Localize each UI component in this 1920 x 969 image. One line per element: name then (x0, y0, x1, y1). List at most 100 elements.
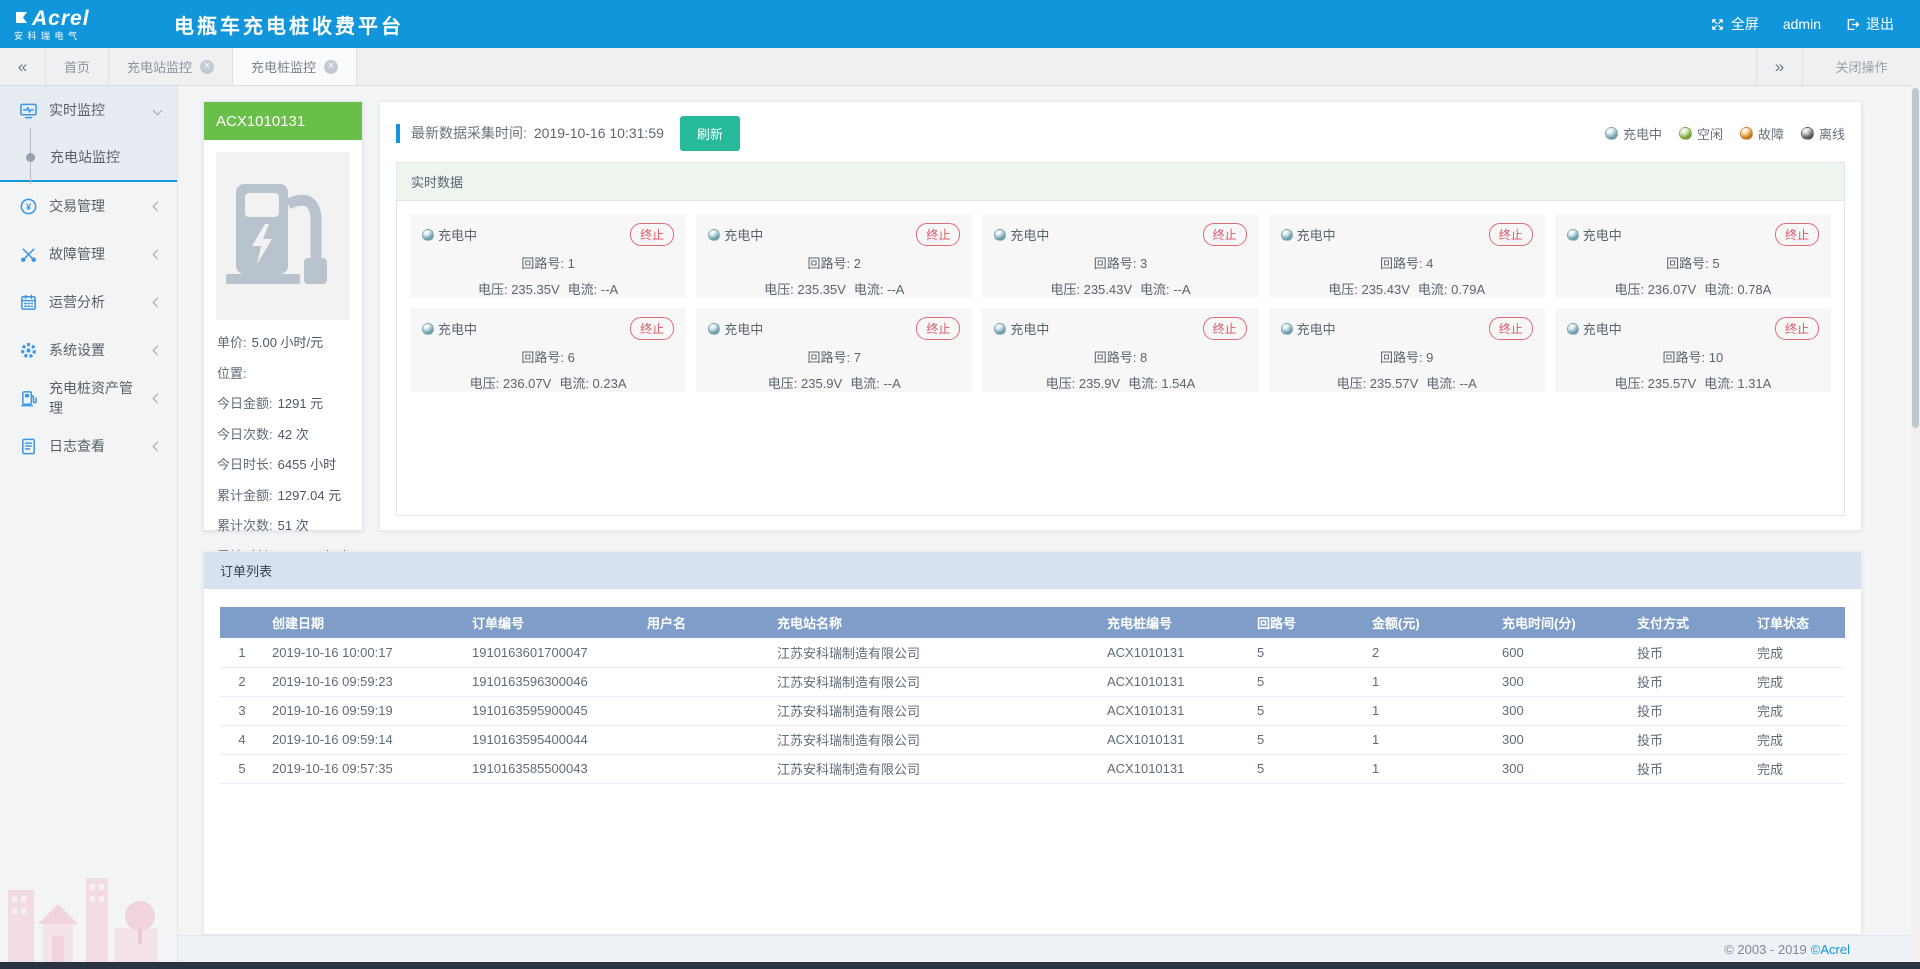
voltage-label: 电压: 236.07V (1614, 282, 1696, 297)
circuit-status-label: 充电中 (1010, 319, 1049, 338)
terminate-button[interactable]: 终止 (630, 223, 674, 246)
sidebar-item-6[interactable]: 日志查看 (0, 422, 177, 470)
cell: 江苏安科瑞制造有限公司 (769, 696, 1099, 725)
cell: ACX1010131 (1099, 696, 1249, 725)
sidebar-item-2[interactable]: 故障管理 (0, 230, 177, 278)
stat-value: 1291 元 (278, 396, 324, 411)
circuit-number: 回路号: 5 (1567, 253, 1819, 272)
fullscreen-label: 全屏 (1731, 14, 1759, 34)
sidebar-item-3[interactable]: 运营分析 (0, 278, 177, 326)
charging-status-sphere-icon (708, 229, 720, 241)
sidebar-group-3: 运营分析 (0, 278, 177, 326)
acrel-link[interactable]: ©Acrel (1811, 942, 1850, 957)
stat-label: 位置: (217, 366, 247, 381)
sidebar-item-label: 实时监控 (49, 100, 143, 120)
sidebar-subitem-0-0[interactable]: 充电站监控 (0, 134, 177, 180)
cell: 投币 (1629, 638, 1749, 667)
logout-icon (1845, 17, 1860, 32)
circuit-status-label: 充电中 (438, 225, 477, 244)
terminate-button[interactable]: 终止 (1203, 317, 1247, 340)
terminate-button[interactable]: 终止 (630, 317, 674, 340)
cell: 2019-10-16 09:59:14 (264, 725, 464, 754)
tab-0[interactable]: 首页 (46, 48, 109, 85)
column-header-7: 充电时间(分) (1494, 607, 1629, 638)
voltage-label: 电压: 236.07V (470, 376, 552, 391)
cell: 300 (1494, 667, 1629, 696)
cell: 完成 (1749, 754, 1845, 783)
fullscreen-button[interactable]: 全屏 (1710, 14, 1759, 34)
app-title: 电瓶车充电桩收费平台 (174, 10, 404, 39)
terminate-button[interactable]: 终止 (1775, 223, 1819, 246)
sidebar-item-1[interactable]: ¥交易管理 (0, 182, 177, 230)
cell: 1 (1364, 667, 1494, 696)
orders-body: 创建日期订单编号用户名充电站名称充电桩编号回路号金额(元)充电时间(分)支付方式… (204, 589, 1861, 784)
tab-close-icon[interactable]: × (200, 60, 214, 74)
stat-label: 累计金额: (217, 488, 273, 503)
charging-status-sphere-icon (1567, 229, 1579, 241)
accent-bar (396, 124, 400, 143)
terminate-button[interactable]: 终止 (916, 317, 960, 340)
circuit-number: 回路号: 9 (1281, 347, 1533, 366)
circuit-card-2: 充电中终止回路号: 2电压: 235.35V电流: --A (696, 214, 972, 298)
cell (639, 638, 769, 667)
tab-2[interactable]: 充电桩监控× (233, 48, 357, 85)
cell: 5 (1249, 667, 1364, 696)
circuit-voltage-current: 电压: 235.35V电流: --A (708, 279, 960, 298)
terminate-button[interactable]: 终止 (1203, 223, 1247, 246)
cell: 投币 (1629, 667, 1749, 696)
legend-label: 充电中 (1623, 124, 1662, 143)
legend-item-3: 离线 (1801, 124, 1845, 143)
user-menu[interactable]: admin (1783, 16, 1821, 32)
stat-label: 累计次数: (217, 518, 273, 533)
logout-button[interactable]: 退出 (1845, 14, 1894, 34)
row-index: 3 (220, 696, 264, 725)
fault-tools-icon (19, 245, 38, 264)
current-label: 电流: --A (850, 376, 901, 391)
sidebar-group-0: 实时监控充电站监控 (0, 86, 177, 182)
tab-1[interactable]: 充电站监控× (109, 48, 233, 85)
terminate-button[interactable]: 终止 (916, 223, 960, 246)
stat-label: 单价: (217, 335, 247, 350)
cell: 1 (1364, 725, 1494, 754)
page-scrollbar-thumb[interactable] (1912, 88, 1919, 428)
current-label: 电流: --A (854, 282, 905, 297)
sidebar-item-0[interactable]: 实时监控 (0, 86, 177, 134)
circuit-card-6: 充电中终止回路号: 6电压: 236.07V电流: 0.23A (410, 308, 686, 392)
topbar-actions: 全屏 admin 退出 (1710, 14, 1894, 34)
row-index: 5 (220, 754, 264, 783)
circuit-voltage-current: 电压: 235.43V电流: --A (994, 279, 1246, 298)
column-header-8: 支付方式 (1629, 607, 1749, 638)
circuit-number: 回路号: 4 (1281, 253, 1533, 272)
bottom-strip (0, 962, 1920, 969)
refresh-button[interactable]: 刷新 (680, 116, 740, 151)
cell (639, 696, 769, 725)
tabs-scroll-right-button[interactable]: » (1756, 48, 1802, 85)
row-index: 4 (220, 725, 264, 754)
status-legend: 充电中空闲故障离线 (1605, 124, 1845, 143)
cell: 完成 (1749, 667, 1845, 696)
circuit-card-9: 充电中终止回路号: 9电压: 235.57V电流: --A (1269, 308, 1545, 392)
sidebar-item-4[interactable]: 系统设置 (0, 326, 177, 374)
terminate-button[interactable]: 终止 (1775, 317, 1819, 340)
device-stat-0: 单价:5.00 小时/元 (217, 332, 349, 351)
cell: 2019-10-16 10:00:17 (264, 638, 464, 667)
logo-mark-icon (14, 8, 29, 29)
tabs-scroll-left-button[interactable]: « (0, 48, 46, 85)
terminate-button[interactable]: 终止 (1489, 223, 1533, 246)
circuit-status-label: 充电中 (1583, 319, 1622, 338)
close-operations-button[interactable]: 关闭操作 (1802, 48, 1920, 85)
cell (639, 754, 769, 783)
sidebar-item-5[interactable]: 充电桩资产管理 (0, 374, 177, 422)
acrel-logo: Acrel 安科瑞电气 (14, 8, 164, 41)
tab-close-icon[interactable]: × (324, 60, 338, 74)
stat-value: 51 次 (278, 518, 309, 533)
page-scrollbar[interactable] (1911, 48, 1920, 962)
circuit-grid: 充电中终止回路号: 1电压: 235.35V电流: --A充电中终止回路号: 2… (397, 201, 1844, 405)
sidebar-item-label: 运营分析 (49, 292, 143, 312)
circuit-status-label: 充电中 (1583, 225, 1622, 244)
charging-pile-icon (224, 182, 342, 291)
cell: 5 (1249, 754, 1364, 783)
terminate-button[interactable]: 终止 (1489, 317, 1533, 340)
table-row-1: 22019-10-16 09:59:231910163596300046江苏安科… (220, 667, 1845, 696)
cell: 完成 (1749, 638, 1845, 667)
